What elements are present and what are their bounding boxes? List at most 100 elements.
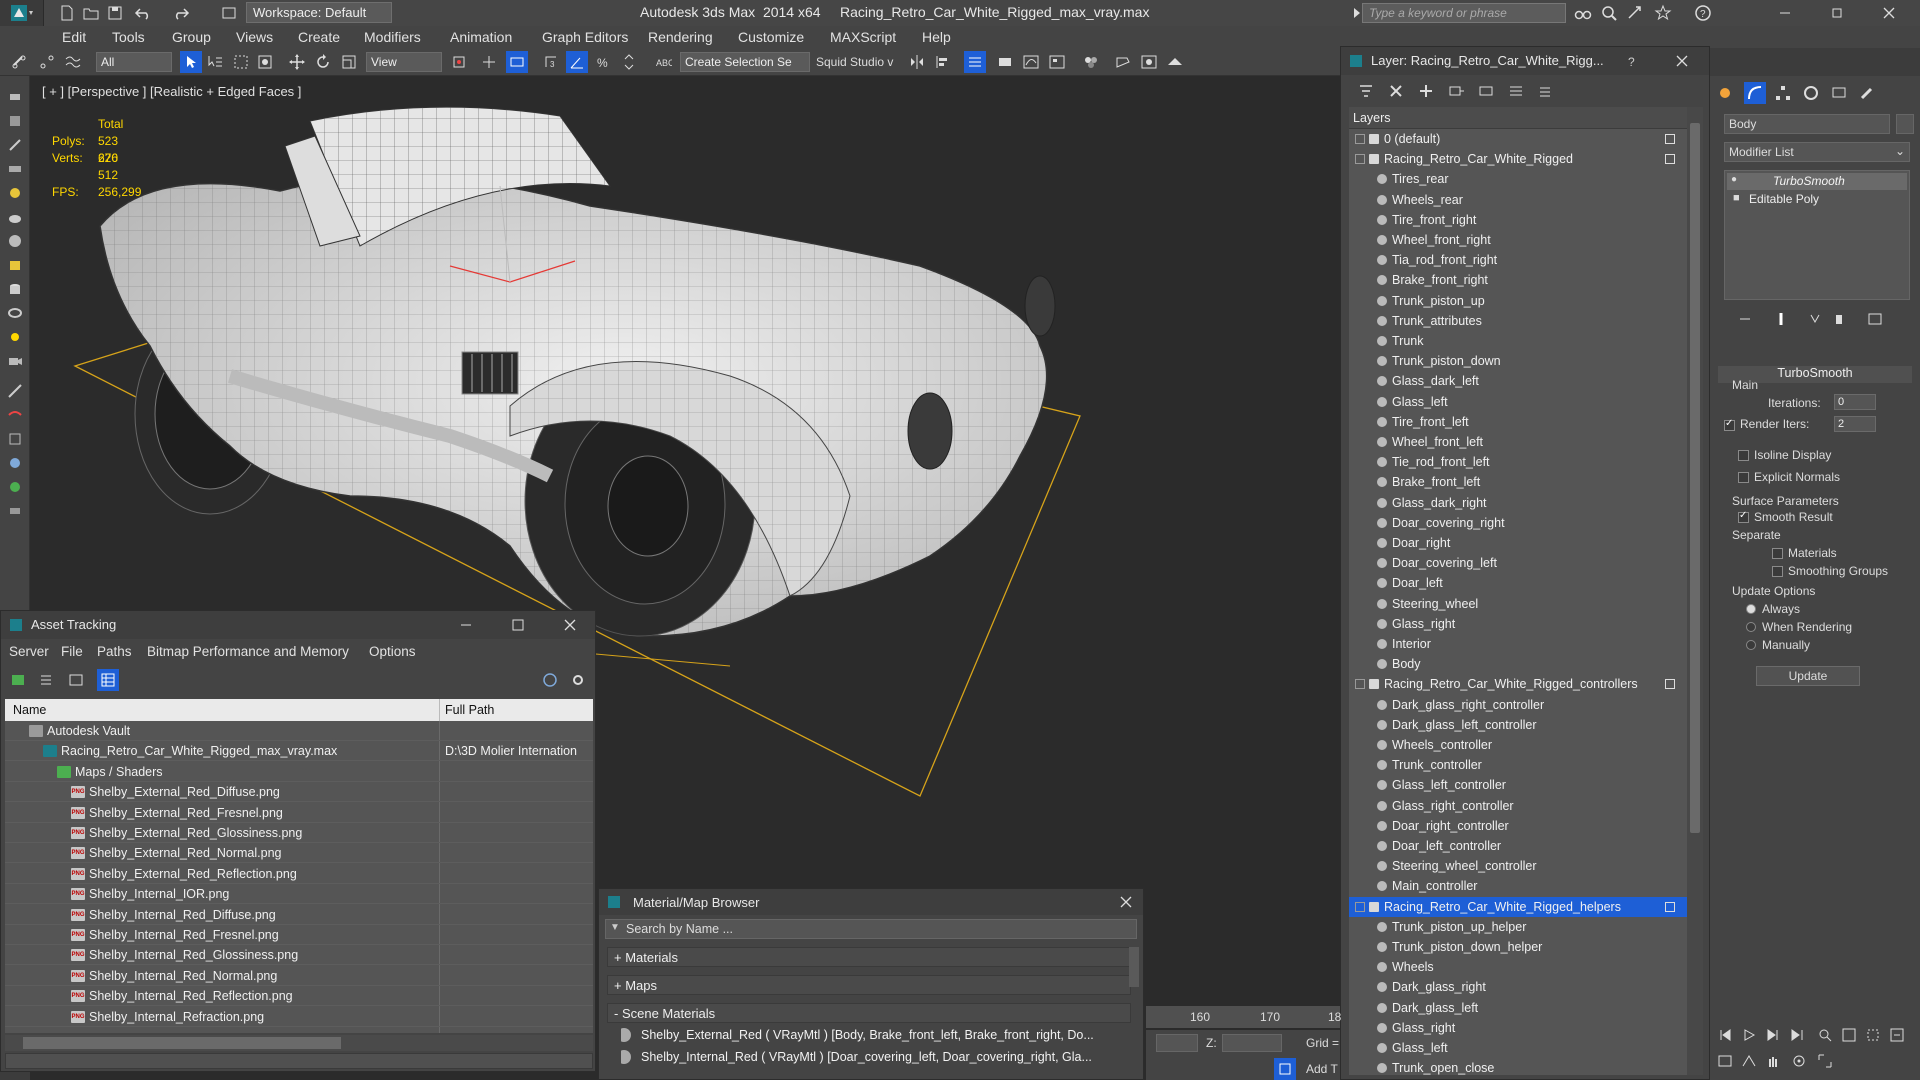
orbit-icon[interactable] <box>1788 1050 1810 1072</box>
remove-modifier-icon[interactable] <box>1828 308 1850 330</box>
minimize-icon[interactable] <box>1774 2 1796 24</box>
redo-icon[interactable] <box>170 2 192 24</box>
layer-object-row[interactable]: Doar_right <box>1349 533 1687 553</box>
scene-materials-section[interactable]: - Scene Materials <box>607 1003 1131 1023</box>
menu-create[interactable]: Create <box>298 29 340 45</box>
save-icon[interactable] <box>104 2 126 24</box>
layer-object-row[interactable]: Glass_left <box>1349 392 1687 412</box>
delete-layer-icon[interactable] <box>1385 80 1407 102</box>
layer-object-row[interactable]: Brake_front_left <box>1349 472 1687 492</box>
edit-named-selection-icon[interactable]: ABC <box>652 51 674 73</box>
motion-tab-icon[interactable] <box>1800 82 1822 104</box>
minimize-icon[interactable] <box>455 614 477 636</box>
go-to-start-icon[interactable] <box>1714 1024 1736 1046</box>
close-icon[interactable] <box>1115 891 1137 913</box>
reference-coordinate-dropdown[interactable]: View <box>366 52 442 72</box>
schematic-view-icon[interactable] <box>1046 51 1068 73</box>
layer-object-row[interactable]: Trunk_piston_up <box>1349 291 1687 311</box>
asset-row[interactable]: PNG Shelby_External_Red_Normal.png <box>5 843 593 864</box>
maximize-viewport-icon[interactable] <box>1814 1050 1836 1072</box>
layer-visibility-icon[interactable] <box>1665 679 1675 690</box>
layer-row[interactable]: Racing_Retro_Car_White_Rigged_controller… <box>1349 674 1687 694</box>
modify-tab-icon[interactable] <box>1744 82 1766 104</box>
path-column-header[interactable]: Full Path <box>445 703 494 717</box>
align-icon[interactable] <box>932 51 954 73</box>
asset-menu-options[interactable]: Options <box>369 644 416 659</box>
update-rendering-radio[interactable] <box>1746 622 1756 632</box>
asset-tracking-titlebar[interactable]: Asset Tracking <box>1 611 595 639</box>
subscription-icon[interactable] <box>1598 2 1620 24</box>
chevron-down-icon[interactable]: ▼ <box>610 922 620 933</box>
hierarchy-tab-icon[interactable] <box>1772 82 1794 104</box>
add-time-tag-label[interactable]: Add T <box>1306 1062 1338 1076</box>
material-scrollbar[interactable] <box>1129 947 1139 987</box>
cylinder-icon[interactable] <box>4 278 26 300</box>
update-button[interactable]: Update <box>1756 666 1860 686</box>
maximize-icon[interactable] <box>507 614 529 636</box>
bind-space-warp-icon[interactable] <box>62 51 84 73</box>
layer-scroll-thumb[interactable] <box>1690 123 1700 833</box>
menu-help[interactable]: Help <box>922 29 951 45</box>
layer-object-row[interactable]: Body <box>1349 654 1687 674</box>
keyboard-shortcut-override-icon[interactable] <box>506 51 528 73</box>
helper-icon[interactable] <box>4 380 26 402</box>
object-color-swatch[interactable] <box>1896 114 1914 134</box>
scene-material-row[interactable]: Shelby_Internal_Red ( VRayMtl ) [Doar_co… <box>621 1047 1123 1067</box>
asset-row[interactable]: PNG Shelby_Internal_Red_Reflection.png <box>5 986 593 1007</box>
stack-item-editable-poly[interactable]: ■ Editable Poly <box>1727 191 1907 208</box>
layer-object-row[interactable]: Wheel_front_left <box>1349 432 1687 452</box>
angle-snap-icon[interactable] <box>566 51 588 73</box>
active-layer-check-icon[interactable] <box>1665 154 1675 165</box>
z-coordinate-field[interactable] <box>1222 1034 1282 1052</box>
layer-object-row[interactable]: Glass_left <box>1349 1038 1687 1058</box>
layer-object-row[interactable]: Tire_front_left <box>1349 412 1687 432</box>
workspace-dropdown[interactable]: Workspace: Default <box>246 2 392 23</box>
asset-row[interactable]: PNG Shelby_Internal_Red_Diffuse.png <box>5 905 593 925</box>
close-icon[interactable] <box>559 614 581 636</box>
lightbulb-icon[interactable]: ● <box>1731 174 1737 185</box>
pan-hand-icon[interactable] <box>1762 1050 1784 1072</box>
populate-icon[interactable] <box>4 86 26 108</box>
layer-panel-titlebar[interactable]: Layer: Racing_Retro_Car_White_Rigg... ? <box>1341 47 1709 75</box>
update-manually-radio[interactable] <box>1746 640 1756 650</box>
systems-icon[interactable] <box>4 428 26 450</box>
add-layer-icon[interactable] <box>1415 80 1437 102</box>
layer-object-row[interactable]: Dark_glass_left <box>1349 998 1687 1018</box>
expand-toggle-icon[interactable] <box>1355 679 1365 690</box>
scale-icon[interactable] <box>338 51 360 73</box>
list-view-icon[interactable] <box>35 669 57 691</box>
layer-object-row[interactable]: Wheel_front_right <box>1349 230 1687 250</box>
selection-filter-dropdown[interactable]: All <box>96 52 172 72</box>
show-end-result-icon[interactable] <box>1770 308 1792 330</box>
restore-icon[interactable] <box>1826 2 1848 24</box>
menu-customize[interactable]: Customize <box>738 29 804 45</box>
highlight-layer-icon[interactable] <box>1505 80 1527 102</box>
shapes-icon[interactable] <box>4 452 26 474</box>
layer-object-row[interactable]: Glass_dark_left <box>1349 371 1687 391</box>
favorites-star-icon[interactable] <box>1652 2 1674 24</box>
time-config-icon[interactable] <box>1714 1050 1736 1072</box>
timeline-ruler[interactable]: 160 170 18 <box>1146 1006 1341 1028</box>
expand-plus-icon[interactable]: ■ <box>1733 192 1740 204</box>
select-by-name-icon[interactable] <box>204 51 226 73</box>
select-layer-objects-icon[interactable] <box>1475 80 1497 102</box>
rotate-icon[interactable] <box>312 51 334 73</box>
zoom-all-icon[interactable] <box>1838 1024 1860 1046</box>
object-name-field[interactable]: Body <box>1724 114 1890 134</box>
field-of-view-icon[interactable] <box>1738 1050 1760 1072</box>
isoline-checkbox[interactable] <box>1738 450 1749 461</box>
layer-object-row[interactable]: Dark_glass_right <box>1349 977 1687 997</box>
layer-object-row[interactable]: Interior <box>1349 634 1687 654</box>
torus-icon[interactable] <box>4 302 26 324</box>
layer-object-row[interactable]: Trunk <box>1349 331 1687 351</box>
viewport-label[interactable]: [ + ] [Perspective ] [Realistic + Edged … <box>42 84 301 99</box>
rectangular-selection-icon[interactable] <box>230 51 252 73</box>
name-column-header[interactable]: Name <box>13 703 46 717</box>
create-tab-icon[interactable] <box>1714 82 1736 104</box>
named-selection-set-dropdown[interactable]: Create Selection Se <box>680 52 810 72</box>
menu-modifiers[interactable]: Modifiers <box>364 29 421 45</box>
explicit-normals-checkbox[interactable] <box>1738 472 1749 483</box>
scene-material-row[interactable]: Shelby_External_Red ( VRayMtl ) [Body, B… <box>621 1025 1123 1045</box>
modifier-list-dropdown[interactable]: Modifier List ⌄ <box>1724 142 1910 162</box>
menu-views[interactable]: Views <box>236 29 273 45</box>
